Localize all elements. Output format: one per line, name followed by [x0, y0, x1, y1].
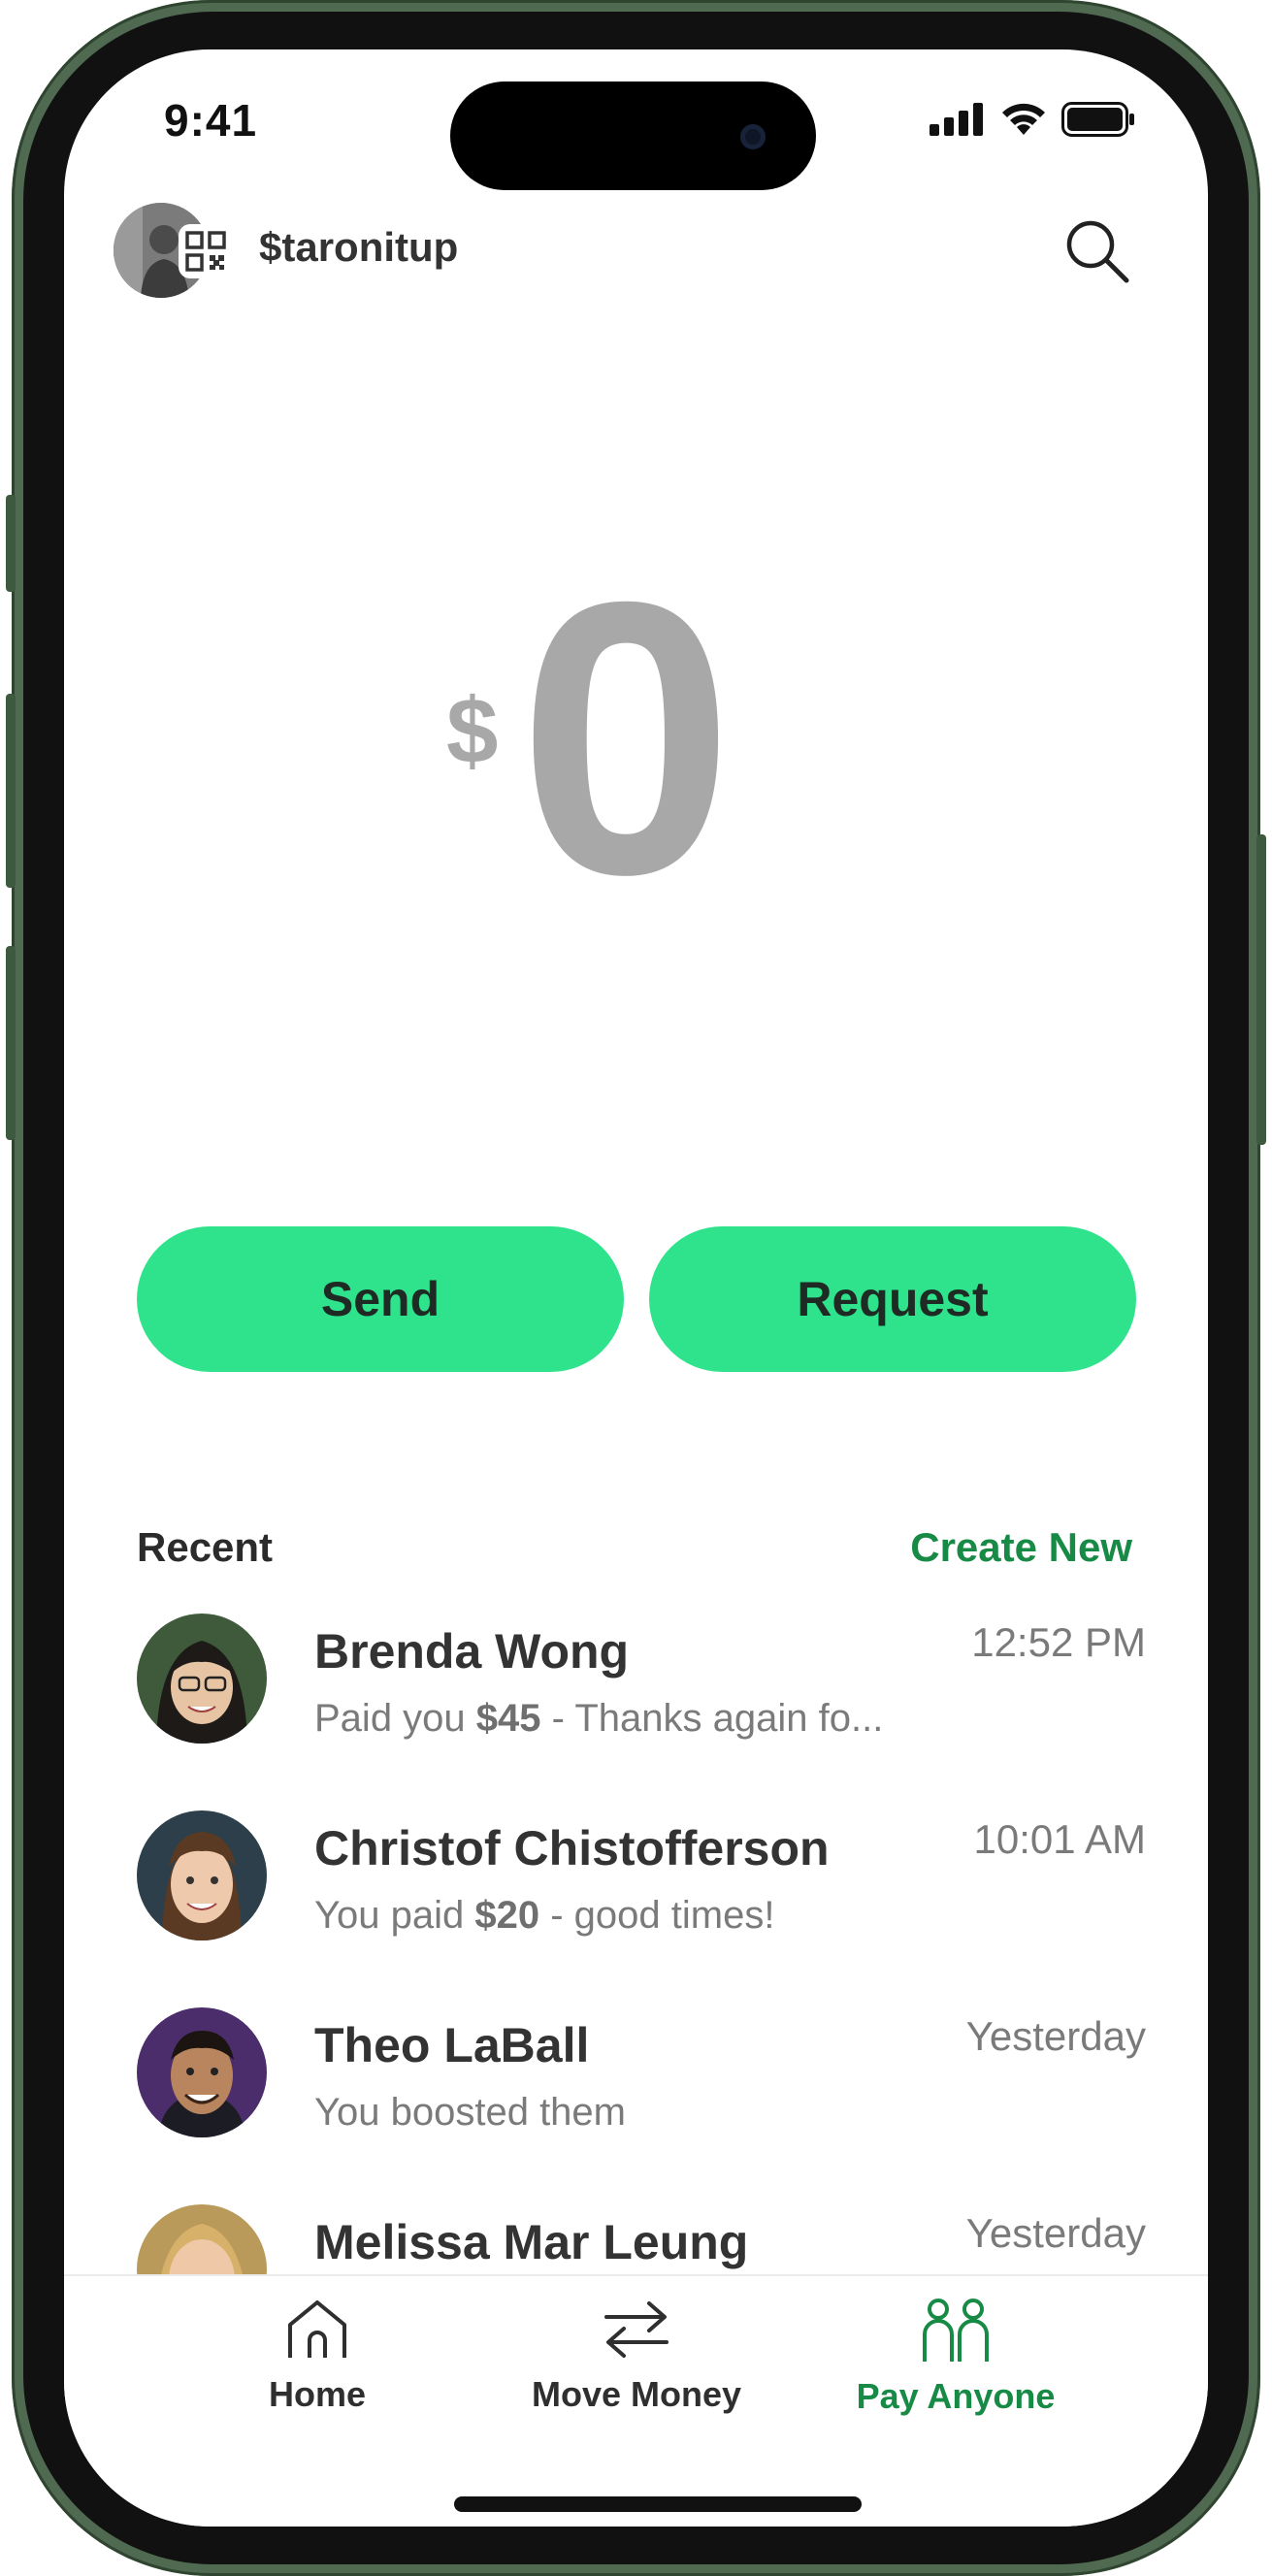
power-button — [1256, 834, 1266, 1145]
dynamic-island — [450, 82, 816, 190]
create-new-link[interactable]: Create New — [910, 1524, 1132, 1571]
search-icon — [1066, 220, 1129, 283]
signal-icon — [930, 103, 983, 136]
contact-name: Brenda Wong — [314, 1624, 630, 1679]
amount-value: 0 — [518, 521, 734, 955]
battery-icon — [1061, 102, 1134, 137]
app-screen: 9:41 $taronitup $ 0 Send Request Recent … — [64, 49, 1208, 2527]
qr-code-icon — [185, 231, 226, 272]
transaction-summary: You paid $20 - good times! — [314, 1894, 775, 1937]
transfer-arrows-icon — [604, 2301, 669, 2358]
transaction-time: Yesterday — [965, 2210, 1146, 2256]
home-icon — [288, 2300, 346, 2358]
contact-name: Melissa Mar Leung — [314, 2215, 749, 2269]
camera-icon — [740, 124, 766, 149]
status-time: 9:41 — [164, 95, 258, 146]
tab-pay-anyone-label: Pay Anyone — [856, 2376, 1056, 2416]
transaction-summary: You boosted them — [314, 2091, 626, 2134]
cashtag-handle[interactable]: $taronitup — [259, 224, 458, 271]
tab-move-money-label: Move Money — [531, 2374, 742, 2414]
qr-code-button[interactable] — [179, 224, 233, 278]
recent-list-item[interactable]: Brenda Wong Paid you $45 - Thanks again … — [137, 1614, 1146, 1749]
contact-avatar — [137, 1810, 267, 1940]
recent-list-item[interactable]: Theo LaBall You boosted them Yesterday — [137, 2007, 1146, 2143]
transaction-time: 12:52 PM — [971, 1619, 1146, 1665]
transaction-time: Yesterday — [965, 2013, 1146, 2059]
amount-currency-symbol: $ — [446, 679, 499, 783]
contact-name: Theo LaBall — [314, 2018, 590, 2072]
search-button[interactable] — [1062, 216, 1130, 284]
action-button — [6, 495, 16, 592]
contact-avatar — [137, 1614, 267, 1744]
tab-home[interactable]: Home — [172, 2298, 463, 2415]
amount-display: $ 0 — [64, 521, 1208, 955]
transaction-time: 10:01 AM — [973, 1816, 1146, 1862]
bottom-tab-bar: Home Move Money Pay Anyone — [64, 2274, 1208, 2527]
transaction-summary: Paid you $45 - Thanks again fo... — [314, 1697, 884, 1740]
contact-avatar — [137, 2007, 267, 2137]
people-icon — [923, 2299, 989, 2362]
tab-home-label: Home — [268, 2374, 367, 2414]
request-button[interactable]: Request — [649, 1226, 1136, 1372]
contact-name: Christof Chistofferson — [314, 1821, 830, 1875]
recent-list-item[interactable]: Christof Chistofferson You paid $20 - go… — [137, 1810, 1146, 1946]
tab-pay-anyone[interactable]: Pay Anyone — [810, 2298, 1101, 2417]
volume-up-button — [6, 694, 16, 888]
status-icons — [930, 100, 1135, 139]
home-indicator[interactable] — [454, 2496, 862, 2512]
send-button[interactable]: Send — [137, 1226, 624, 1372]
volume-down-button — [6, 946, 16, 1140]
wifi-icon — [1002, 103, 1045, 135]
tab-move-money[interactable]: Move Money — [491, 2298, 782, 2415]
recent-section-title: Recent — [137, 1524, 274, 1570]
